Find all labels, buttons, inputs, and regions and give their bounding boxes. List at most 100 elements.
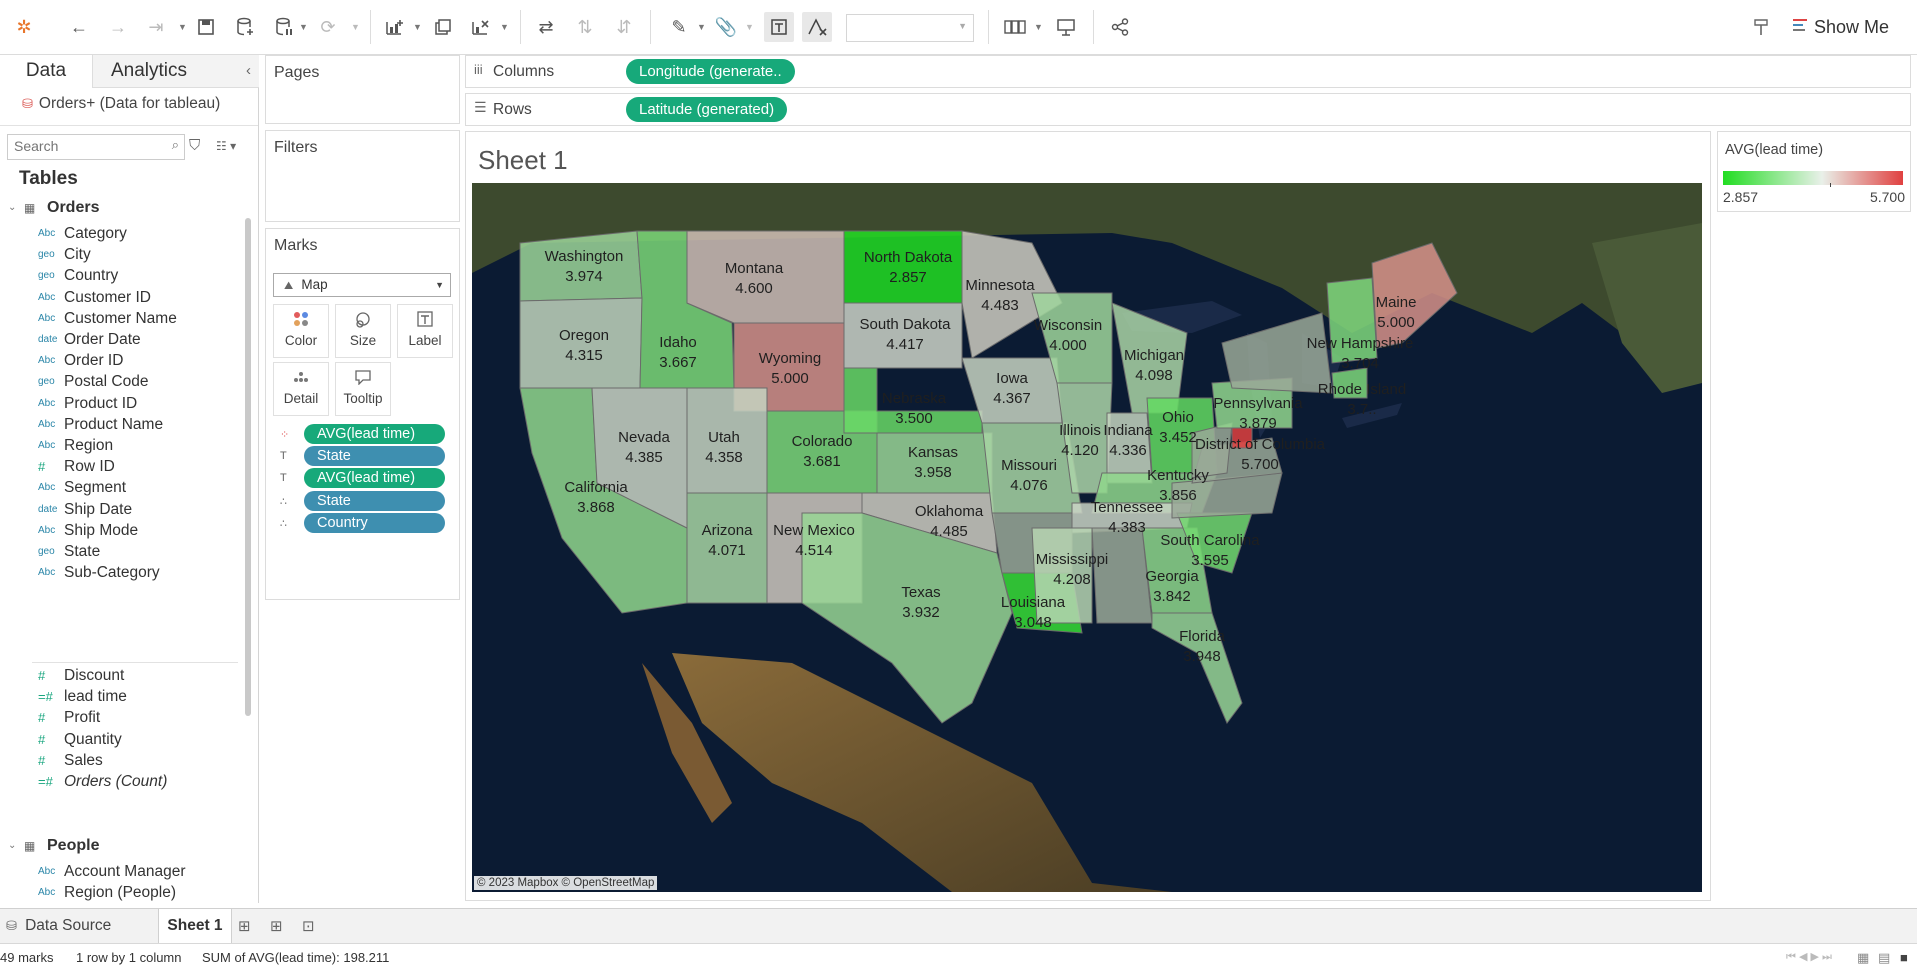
tab-sheet-1[interactable]: Sheet 1 xyxy=(158,909,232,943)
state-label: Texas 3.932 xyxy=(901,583,940,623)
chevron-down-icon[interactable]: ▼ xyxy=(351,22,360,32)
tab-data[interactable]: Data xyxy=(0,55,92,89)
mark-pill[interactable]: AVG(lead time) xyxy=(304,468,445,489)
sheet-nav-icons[interactable]: ⏮ ◀ ▶ ⏭ xyxy=(1786,944,1832,971)
rows-pill[interactable]: Latitude (generated) xyxy=(626,97,788,122)
tab-data-source[interactable]: ⛁ Data Source xyxy=(0,909,158,943)
fix-axes-icon[interactable] xyxy=(802,12,832,42)
filters-title: Filters xyxy=(274,139,318,156)
state-name: Oklahoma xyxy=(914,503,984,520)
chevron-down-icon[interactable]: ▼ xyxy=(299,22,308,32)
search-box[interactable]: ⌕ xyxy=(7,134,185,160)
state-name: Wisconsin xyxy=(1033,317,1103,334)
mark-pill[interactable]: State xyxy=(304,446,445,467)
pages-shelf[interactable]: Pages xyxy=(265,55,460,124)
chevron-down-icon[interactable]: ▼ xyxy=(1034,22,1043,32)
new-worksheet-icon[interactable] xyxy=(383,15,407,39)
collapse-pane-icon[interactable]: ‹ xyxy=(246,55,251,87)
state-name: New Hampshire xyxy=(1306,335,1414,352)
collapse-icon[interactable]: ⌄ xyxy=(8,833,16,859)
label-shelf-icon: T xyxy=(280,450,287,463)
mark-pill[interactable]: AVG(lead time) xyxy=(304,424,445,444)
mark-pill[interactable]: Country xyxy=(304,512,445,533)
view-options-icon[interactable]: ☷ ▾ xyxy=(216,139,236,153)
redo-forward-icon[interactable]: ⇥ xyxy=(144,15,168,39)
state-value: 3.681 xyxy=(803,453,841,470)
chevron-down-icon[interactable]: ▼ xyxy=(413,22,422,32)
swap-axes-icon[interactable]: ⇄ xyxy=(534,15,558,39)
field-item[interactable]: =# Orders (Count) xyxy=(0,769,238,795)
columns-shelf[interactable]: iii Columns Longitude (generate.. xyxy=(465,55,1911,88)
mark-type-dropdown[interactable]: ⛰ Map ▼ xyxy=(273,273,451,297)
table-header-orders[interactable]: ⌄ ▦ Orders xyxy=(0,195,240,221)
datasource-item[interactable]: ⛁ Orders+ (Data for tableau) xyxy=(22,92,220,116)
refresh-icon[interactable]: ⟳ xyxy=(316,15,340,39)
duplicate-sheet-icon[interactable] xyxy=(431,15,455,39)
state-value: 3.879 xyxy=(1239,415,1277,432)
new-story-tab-icon[interactable]: ⊡ xyxy=(302,917,315,935)
mark-pill[interactable]: State xyxy=(304,490,445,511)
field-item[interactable]: Abc Region (People) xyxy=(0,880,238,906)
share-icon[interactable] xyxy=(1108,15,1132,39)
columns-pill[interactable]: Longitude (generate.. xyxy=(626,59,795,84)
map-svg[interactable] xyxy=(472,183,1702,892)
scrollbar-thumb[interactable] xyxy=(245,218,251,716)
clear-sheet-icon[interactable] xyxy=(469,15,493,39)
redo-icon[interactable]: → xyxy=(106,15,130,39)
chevron-down-icon[interactable]: ▼ xyxy=(500,22,509,32)
group-members-icon[interactable]: 📎 xyxy=(714,15,738,39)
new-worksheet-tab-icon[interactable]: ⊞ xyxy=(238,917,251,935)
chevron-down-icon[interactable]: ▼ xyxy=(745,22,754,32)
tooltip-button[interactable]: Tooltip xyxy=(335,362,391,416)
undo-icon[interactable]: ← xyxy=(67,15,91,39)
show-cards-icon[interactable] xyxy=(1003,15,1027,39)
columns-label: Columns xyxy=(493,63,555,80)
state-label: Florida 3.948 xyxy=(1179,627,1225,667)
highlight-icon[interactable]: ✎ xyxy=(667,15,691,39)
field-type-icon: Abc xyxy=(38,567,56,579)
toolbar-divider xyxy=(370,10,371,44)
size-button[interactable]: Size xyxy=(335,304,391,358)
chevron-down-icon[interactable]: ▼ xyxy=(178,22,187,32)
show-me-button[interactable]: Show Me xyxy=(1792,13,1889,41)
state-name: Maine xyxy=(1375,294,1417,311)
save-icon[interactable] xyxy=(194,15,218,39)
show-mark-labels-icon[interactable] xyxy=(764,12,794,42)
rows-shelf[interactable]: ☰ Rows Latitude (generated) xyxy=(465,93,1911,126)
presentation-mode-icon[interactable] xyxy=(1054,15,1078,39)
sort-ascending-icon[interactable]: ⇅ xyxy=(573,15,597,39)
pause-updates-icon[interactable] xyxy=(272,15,296,39)
table-header-people[interactable]: ⌄ ▦ People xyxy=(0,833,240,859)
state-name: Minnesota xyxy=(965,277,1035,294)
filters-shelf[interactable]: Filters xyxy=(265,130,460,222)
color-button[interactable]: Color xyxy=(273,304,329,358)
state-label: South Carolina 3.595 xyxy=(1160,531,1259,571)
tab-analytics[interactable]: Analytics ‹ xyxy=(92,55,259,88)
chevron-down-icon[interactable]: ▼ xyxy=(697,22,706,32)
state-label: Louisiana 3.048 xyxy=(1001,593,1065,633)
state-value: 5.000 xyxy=(771,370,809,387)
tab-view-icon[interactable]: ■ xyxy=(1900,944,1908,971)
label-button[interactable]: Label xyxy=(397,304,453,358)
sort-descending-icon[interactable]: ⇵ xyxy=(612,15,636,39)
color-legend[interactable]: AVG(lead time) 2.857 5.700 xyxy=(1717,131,1911,212)
detail-button[interactable]: Detail xyxy=(273,362,329,416)
divider xyxy=(0,125,258,126)
tableau-logo-icon[interactable]: ✲ xyxy=(12,15,36,39)
state-value: 4.367 xyxy=(993,390,1031,407)
search-input[interactable] xyxy=(8,135,160,157)
pin-icon[interactable] xyxy=(1749,15,1773,39)
mark-pills: ⁘ AVG(lead time) T State T AVG(lead time) ∴ Sta… xyxy=(266,424,459,564)
color-shelf-icon: ⁘ xyxy=(280,429,290,441)
field-item[interactable]: Abc Sub-Category xyxy=(0,560,238,586)
state-name: Colorado xyxy=(791,433,853,450)
new-datasource-icon[interactable] xyxy=(233,15,257,39)
grid-view-icon[interactable]: ▦ xyxy=(1857,944,1869,971)
state-value: 3.667 xyxy=(659,354,697,371)
new-dashboard-tab-icon[interactable]: ⊞ xyxy=(270,917,283,935)
fit-dropdown[interactable]: ▼ xyxy=(846,14,974,42)
filmstrip-view-icon[interactable]: ▤ xyxy=(1878,944,1890,971)
filter-icon[interactable]: ⛉ xyxy=(189,137,200,154)
map-canvas[interactable]: © 2023 Mapbox © OpenStreetMap Washington… xyxy=(472,183,1702,892)
collapse-icon[interactable]: ⌄ xyxy=(8,195,16,221)
